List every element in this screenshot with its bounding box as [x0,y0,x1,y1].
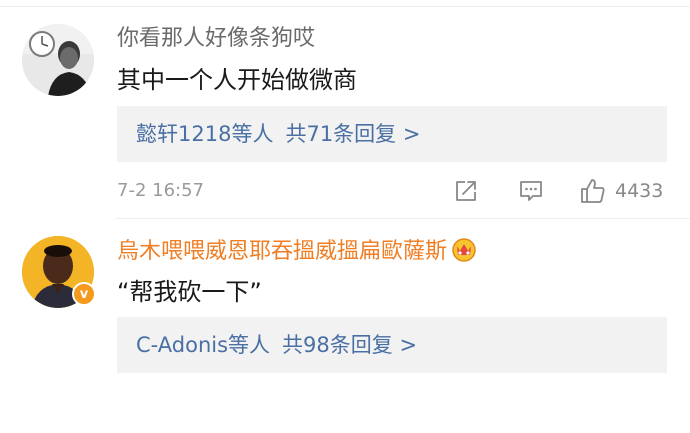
verified-mark: v [79,286,89,302]
username[interactable]: 烏木喂喂威恩耶吞搵威搵扁歐薩斯 [117,236,477,271]
reply-count-link[interactable]: 共71条回复 > [285,122,420,146]
like-count: 4433 [615,180,664,202]
timestamp: 7-2 16:57 [117,180,204,201]
share-button[interactable] [453,176,479,206]
verified-badge: v [72,282,96,306]
reply-usernames[interactable]: C-Adonis [136,333,228,357]
comment-button[interactable] [518,176,544,206]
replies-preview[interactable]: C-Adonis等人 共98条回复 > [117,317,667,373]
like-button[interactable]: 4433 [579,176,663,206]
reply-suffix: 等人 [228,333,271,357]
username-text[interactable]: 你看那人好像条狗哎 [117,26,315,51]
reply-suffix: 等人 [231,122,274,146]
reply-count-link[interactable]: 共98条回复 > [282,333,417,357]
comment-text: “帮我砍一下” [117,278,262,306]
comment-meta: 7-2 16:57 4433 [117,174,667,208]
comment-text: 其中一个人开始做微商 [117,66,357,94]
username[interactable]: 你看那人好像条狗哎 [117,24,315,54]
profile-photo-icon [22,24,94,96]
share-icon [456,181,476,201]
username-text[interactable]: 烏木喂喂威恩耶吞搵威搵扁歐薩斯 [117,239,447,264]
top-divider [0,6,690,7]
crown-icon [451,236,477,271]
like-icon [581,179,605,203]
avatar[interactable] [22,24,94,96]
comment-icon [520,181,542,201]
replies-preview[interactable]: 懿轩1218等人 共71条回复 > [117,106,667,162]
reply-usernames[interactable]: 懿轩1218 [136,122,231,146]
comment-divider [115,218,690,219]
